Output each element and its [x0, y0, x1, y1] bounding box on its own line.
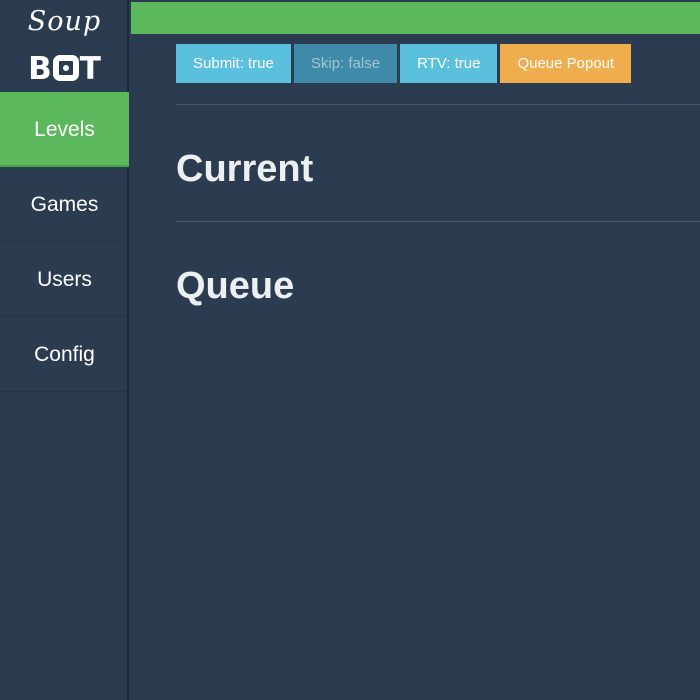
skip-toggle-button[interactable]: Skip: false — [293, 44, 398, 83]
divider-top — [176, 104, 700, 105]
sidebar-nav: Levels Games Users Config — [0, 92, 129, 392]
toolbar: Submit: true Skip: false RTV: true Queue… — [176, 44, 634, 83]
sidebar-item-config[interactable]: Config — [0, 317, 129, 392]
current-heading: Current — [176, 148, 314, 190]
top-bar — [131, 2, 700, 34]
soupbot-logo[interactable]: Soup BT — [0, 0, 129, 92]
logo-o-icon — [52, 55, 79, 81]
rtv-toggle-button[interactable]: RTV: true — [400, 44, 498, 83]
sidebar-item-levels[interactable]: Levels — [0, 92, 129, 167]
submit-toggle-button[interactable]: Submit: true — [176, 44, 291, 83]
logo-bot-text: BT — [0, 52, 129, 86]
queue-popout-button[interactable]: Queue Popout — [500, 44, 632, 83]
queue-heading: Queue — [176, 265, 295, 307]
logo-letter-b: B — [28, 51, 52, 87]
sidebar-item-games[interactable]: Games — [0, 167, 129, 242]
logo-letter-t: T — [79, 51, 101, 87]
sidebar: Soup BT Levels Games Users Config — [0, 0, 129, 700]
logo-script-text: Soup — [27, 6, 102, 37]
sidebar-item-users[interactable]: Users — [0, 242, 129, 317]
divider-middle — [176, 221, 700, 222]
